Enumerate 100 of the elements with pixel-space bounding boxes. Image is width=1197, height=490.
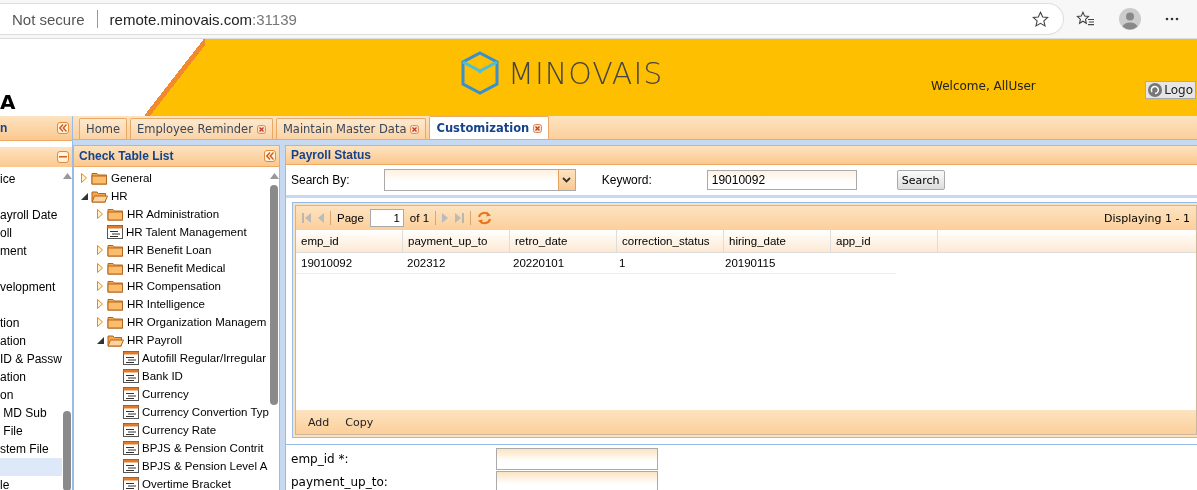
page-count: of 1 — [409, 212, 430, 224]
folder-icon — [107, 261, 124, 275]
menu-item[interactable]: ayroll Date — [0, 206, 62, 224]
column-header[interactable]: payment_up_to — [403, 230, 510, 252]
panel-title: Payroll Status — [291, 148, 372, 162]
column-header[interactable]: emp_id — [296, 230, 403, 252]
last-page-icon[interactable] — [455, 213, 465, 223]
profile-avatar-icon[interactable] — [1119, 8, 1141, 30]
toolbar-button[interactable]: Copy — [343, 413, 376, 431]
page-label: Page — [337, 212, 364, 224]
column-header[interactable]: retro_date — [510, 230, 617, 252]
panel-title: Check Table List — [79, 149, 174, 163]
folder-icon — [91, 171, 108, 185]
menu-item[interactable]: ation — [0, 368, 62, 386]
scrollbar-thumb[interactable] — [270, 185, 278, 405]
tree-item[interactable]: HR Organization Managem — [127, 316, 267, 328]
logout-icon — [1148, 83, 1163, 97]
close-icon[interactable] — [410, 124, 420, 134]
menu-item[interactable]: File — [0, 422, 62, 440]
input-field[interactable] — [496, 471, 658, 490]
collapsed-triangle-icon[interactable] — [97, 299, 103, 309]
collapsed-triangle-icon[interactable] — [97, 263, 103, 273]
table-icon — [123, 405, 139, 419]
scroll-up-icon[interactable] — [269, 173, 279, 179]
first-page-icon[interactable] — [302, 213, 311, 223]
menu-item[interactable]: le — [0, 476, 62, 490]
tree-item[interactable]: HR — [111, 190, 128, 202]
table-icon — [123, 459, 139, 473]
tree-item[interactable]: HR Intelligence — [127, 298, 205, 310]
menu-item[interactable]: stem File — [0, 440, 62, 458]
close-icon[interactable] — [256, 124, 266, 134]
field-label: emp_id *: — [291, 452, 350, 466]
collapsed-triangle-icon[interactable] — [97, 281, 103, 291]
minimize-button[interactable] — [57, 151, 69, 163]
collapsed-triangle-icon[interactable] — [97, 245, 103, 255]
folder-icon — [107, 243, 124, 257]
menu-item[interactable]: tion — [0, 314, 62, 332]
table-cell-text: 1 — [618, 256, 627, 271]
tree-item[interactable]: HR Talent Management — [126, 226, 247, 238]
expanded-triangle-icon[interactable] — [96, 336, 104, 344]
menu-item[interactable]: on — [0, 386, 62, 404]
tab[interactable]: Home — [79, 118, 127, 139]
table-cell-text: 20220101 — [512, 256, 566, 271]
input-field[interactable] — [496, 448, 658, 470]
previous-page-icon[interactable] — [317, 213, 324, 223]
tree-item[interactable]: HR Benefit Medical — [127, 262, 226, 274]
tab[interactable]: Maintain Master Data — [275, 118, 427, 139]
security-status[interactable]: Not secure — [0, 10, 85, 28]
next-page-icon[interactable] — [442, 213, 450, 223]
scrollbar-thumb[interactable] — [63, 411, 71, 490]
favorites-icon[interactable] — [1076, 10, 1095, 28]
search-button[interactable]: Search — [896, 170, 945, 190]
column-header[interactable]: app_id — [831, 230, 938, 252]
collapsed-triangle-icon[interactable] — [97, 317, 103, 327]
menu-item[interactable]: oll — [0, 224, 62, 242]
table-cell-text: 20190115 — [724, 256, 777, 271]
toolbar-button[interactable]: Add — [306, 413, 332, 431]
menu-item[interactable]: ID & Passw — [0, 350, 62, 368]
menu-item[interactable]: ice — [0, 170, 62, 188]
menu-item[interactable]: ation — [0, 332, 62, 350]
column-header[interactable]: correction_status — [617, 230, 724, 252]
column-header[interactable]: hiring_date — [724, 230, 831, 252]
close-icon[interactable] — [533, 123, 543, 133]
tree-item[interactable]: HR Compensation — [127, 280, 221, 292]
tree-item[interactable]: Currency Convertion Typ — [142, 406, 269, 418]
field-label: Keyword: — [601, 173, 652, 187]
tree-item[interactable]: BPJS & Pension Level A — [142, 460, 268, 472]
tree-item[interactable]: Currency — [142, 388, 189, 400]
open-folder-icon — [91, 189, 108, 203]
tree-item[interactable]: Autofill Regular/Irregular — [142, 352, 266, 364]
tab[interactable]: Customization — [429, 116, 550, 139]
displaying-count: Displaying 1 - 1 — [1104, 211, 1190, 225]
collapsed-triangle-icon[interactable] — [81, 173, 87, 183]
table-cell-text: 19010092 — [300, 256, 354, 271]
logout-button[interactable]: Logo — [1145, 81, 1196, 99]
menu-item[interactable]: MD Sub — [0, 404, 62, 422]
page-number-field[interactable]: 1 — [369, 209, 404, 227]
menu-item[interactable]: velopment — [0, 278, 62, 296]
table-cell-text: 202312 — [406, 256, 447, 271]
folder-icon — [107, 279, 124, 293]
menu-item[interactable]: ment — [0, 242, 62, 260]
star-icon[interactable] — [1032, 10, 1049, 28]
field-label: Search By: — [291, 173, 350, 187]
tree-item[interactable]: BPJS & Pension Contrit — [142, 442, 264, 454]
tree-item[interactable]: Currency Rate — [142, 424, 217, 436]
refresh-icon[interactable] — [477, 211, 493, 225]
url-text[interactable]: remote.minovais.com:31139 — [109, 10, 297, 28]
tree-item[interactable]: HR Payroll — [127, 334, 182, 346]
tab[interactable]: Employee Reminder — [129, 118, 273, 139]
tree-item[interactable]: HR Benefit Loan — [127, 244, 212, 256]
tree-item[interactable]: Bank ID — [142, 370, 183, 382]
collapsed-triangle-icon[interactable] — [97, 209, 103, 219]
scroll-up-icon[interactable] — [62, 173, 72, 179]
tree-item[interactable]: HR Administration — [127, 208, 220, 220]
expanded-triangle-icon[interactable] — [80, 192, 88, 200]
more-icon[interactable] — [1165, 17, 1179, 21]
tree-item[interactable]: General — [111, 172, 152, 184]
keyword-field[interactable]: 19010092 — [706, 170, 857, 190]
tree-item[interactable]: Overtime Bracket — [142, 478, 231, 490]
table-icon — [123, 423, 139, 437]
